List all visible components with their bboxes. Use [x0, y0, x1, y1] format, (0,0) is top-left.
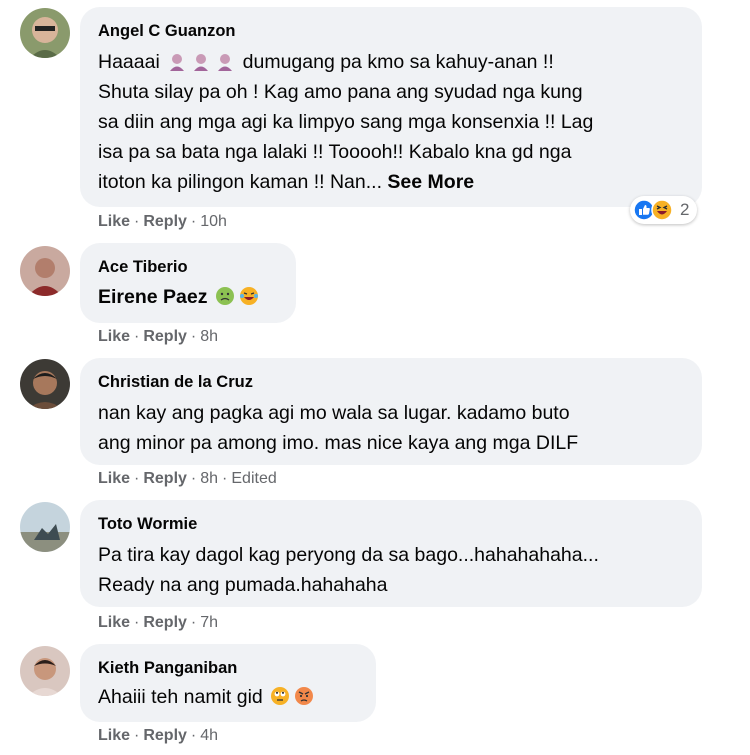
woman-emoji	[191, 51, 211, 71]
comment-text: nan kay ang pagka agi mo wala sa lugar. …	[98, 402, 579, 454]
laughing-face-icon	[651, 199, 673, 221]
comment-actions: Like · Reply · 8h	[98, 328, 219, 345]
reply-button[interactable]: Reply	[143, 727, 187, 744]
like-button[interactable]: Like	[98, 213, 130, 230]
timestamp[interactable]: 8h	[200, 470, 218, 487]
nauseated-face-emoji	[215, 286, 235, 306]
avatar[interactable]	[20, 246, 70, 296]
timestamp[interactable]: 4h	[200, 727, 218, 744]
comment-bubble: Christian de la Cruz nan kay ang pagka a…	[80, 358, 702, 465]
edited-label: Edited	[231, 470, 277, 487]
reply-button[interactable]: Reply	[143, 213, 187, 230]
timestamp[interactable]: 7h	[200, 614, 218, 631]
rolling-eyes-emoji	[270, 686, 290, 706]
comment-bubble: Ace Tiberio Eirene Paez	[80, 243, 296, 323]
like-button[interactable]: Like	[98, 727, 130, 744]
comment-bubble: Kieth Panganiban Ahaiii teh namit gid	[80, 644, 376, 722]
avatar[interactable]	[20, 646, 70, 696]
angry-face-emoji	[294, 686, 314, 706]
woman-emoji	[167, 51, 187, 71]
comment-author[interactable]: Christian de la Cruz	[98, 372, 684, 392]
timestamp[interactable]: 10h	[200, 213, 227, 230]
reply-button[interactable]: Reply	[143, 470, 187, 487]
avatar[interactable]	[20, 8, 70, 58]
comment-actions: Like · Reply · 8h · Edited	[98, 470, 277, 487]
comment-author[interactable]: Kieth Panganiban	[98, 658, 358, 678]
tears-of-joy-emoji	[239, 286, 259, 306]
comment-author[interactable]: Angel C Guanzon	[98, 21, 684, 41]
avatar[interactable]	[20, 502, 70, 552]
comment-text: Eirene Paez	[98, 282, 278, 312]
like-button[interactable]: Like	[98, 614, 130, 631]
comment-text: Haaaai dumugang pa kmo sa kahuy-anan !! …	[98, 51, 594, 193]
comment-bubble: Angel C Guanzon Haaaai dumugang pa kmo s…	[80, 7, 702, 207]
comment-text: Pa tira kay dagol kag peryong da sa bago…	[98, 544, 599, 596]
reaction-count: 2	[680, 200, 690, 219]
like-button[interactable]: Like	[98, 328, 130, 345]
comment-actions: Like · Reply · 4h	[98, 727, 219, 744]
woman-emoji	[215, 51, 235, 71]
timestamp[interactable]: 8h	[200, 328, 218, 345]
reply-button[interactable]: Reply	[143, 328, 187, 345]
like-button[interactable]: Like	[98, 470, 130, 487]
comment-author[interactable]: Ace Tiberio	[98, 257, 278, 277]
comment-author[interactable]: Toto Wormie	[98, 514, 684, 534]
comment-actions: Like · Reply · 10h	[98, 213, 227, 230]
mention-link[interactable]: Eirene Paez	[98, 286, 207, 308]
see-more-link[interactable]: See More	[387, 171, 474, 193]
comment-text: Ahaiii teh namit gid	[98, 682, 358, 712]
reaction-summary[interactable]: 2	[630, 196, 698, 224]
comment-bubble: Toto Wormie Pa tira kay dagol kag peryon…	[80, 500, 702, 607]
comment-actions: Like · Reply · 7h	[98, 614, 219, 631]
reply-button[interactable]: Reply	[143, 614, 187, 631]
avatar[interactable]	[20, 359, 70, 409]
